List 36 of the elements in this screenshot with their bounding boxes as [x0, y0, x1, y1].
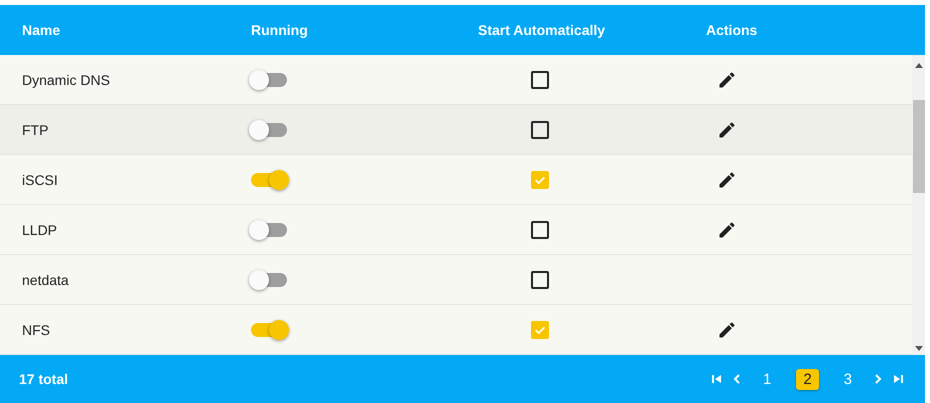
toggle-switch[interactable]	[251, 222, 287, 236]
total-count: 17 total	[19, 371, 68, 387]
pencil-icon[interactable]	[717, 320, 737, 340]
toggle-switch[interactable]	[251, 172, 287, 186]
checkbox[interactable]	[531, 220, 549, 238]
scroll-up-icon[interactable]	[914, 63, 922, 68]
service-name: netdata	[21, 272, 70, 288]
page-button[interactable]: 1	[756, 368, 778, 390]
toggle-switch[interactable]	[251, 72, 287, 86]
service-name: iSCSI	[21, 172, 59, 188]
checkbox[interactable]	[531, 120, 549, 138]
next-page-icon[interactable]	[873, 374, 883, 384]
pencil-icon[interactable]	[717, 220, 737, 240]
pencil-icon[interactable]	[717, 70, 737, 90]
service-name: LLDP	[21, 222, 58, 238]
toggle-switch[interactable]	[251, 322, 287, 336]
first-page-icon[interactable]	[712, 374, 722, 384]
page-button[interactable]: 2	[796, 368, 819, 390]
scroll-down-icon[interactable]	[914, 346, 922, 351]
service-name: NFS	[21, 322, 51, 338]
scrollbar[interactable]	[912, 55, 925, 355]
toggle-switch[interactable]	[251, 272, 287, 286]
service-name: FTP	[21, 122, 50, 138]
column-header: Running	[250, 22, 309, 38]
checkbox[interactable]	[531, 70, 549, 88]
checkbox[interactable]	[531, 270, 549, 288]
last-page-icon[interactable]	[893, 374, 903, 384]
service-name: Dynamic DNS	[21, 72, 111, 88]
page-button[interactable]: 3	[836, 368, 859, 390]
previous-page-icon[interactable]	[732, 374, 742, 384]
column-header: Start Automatically	[478, 22, 606, 38]
column-header: Name	[21, 22, 62, 38]
toggle-switch[interactable]	[251, 122, 287, 136]
pencil-icon[interactable]	[717, 120, 737, 140]
pencil-icon[interactable]	[717, 170, 737, 190]
column-header: Actions	[706, 22, 758, 38]
